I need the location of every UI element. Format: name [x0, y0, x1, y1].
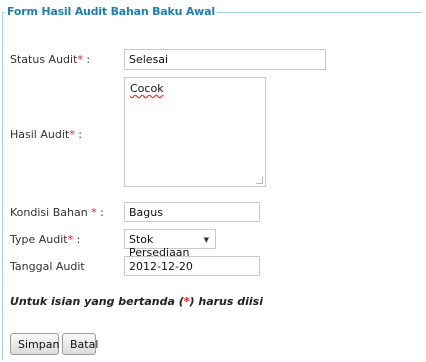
resize-handle-icon[interactable] — [256, 177, 263, 184]
kondisi-bahan-input[interactable]: Bagus — [124, 202, 260, 222]
hasil-audit-text: Cocok — [130, 82, 164, 95]
hasil-audit-textarea[interactable]: Cocok — [124, 77, 266, 187]
kondisi-bahan-label: Kondisi Bahan * : — [10, 206, 104, 219]
cancel-button[interactable]: Batal — [62, 333, 98, 355]
hasil-audit-label: Hasil Audit* : — [10, 128, 82, 141]
tanggal-audit-label: Tanggal Audit — [10, 260, 85, 273]
type-audit-select[interactable]: Stok Persediaan ▼ — [124, 229, 216, 259]
status-audit-input[interactable]: Selesai — [124, 49, 326, 70]
status-audit-label: Status Audit* : — [10, 53, 91, 66]
required-note: Untuk isian yang bertanda (*) harus diis… — [10, 295, 263, 308]
type-audit-label: Type Audit* : — [10, 233, 81, 246]
form-legend: Form Hasil Audit Bahan Baku Awal — [5, 5, 217, 18]
tanggal-audit-input[interactable]: 2012-12-20 — [124, 256, 260, 276]
save-button[interactable]: Simpan — [10, 333, 59, 355]
chevron-down-icon: ▼ — [203, 236, 209, 244]
